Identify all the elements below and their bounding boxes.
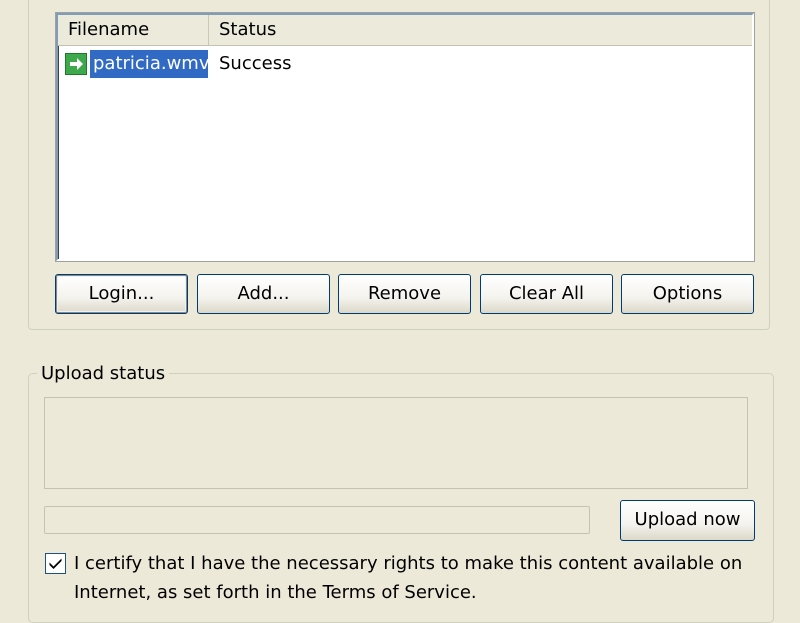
upload-status-text-area [44, 397, 748, 489]
row-filename[interactable]: patricia.wmv [90, 50, 209, 78]
add-button[interactable]: Add... [197, 274, 330, 314]
green-arrow-right-icon [65, 53, 87, 75]
column-header-status[interactable]: Status [209, 15, 752, 45]
file-list-row[interactable]: patricia.wmv Success [58, 50, 291, 78]
login-button[interactable]: Login... [55, 274, 188, 314]
upload-now-button[interactable]: Upload now [620, 500, 755, 541]
certify-label[interactable]: I certify that I have the necessary righ… [74, 549, 764, 607]
certify-checkbox[interactable] [45, 553, 66, 574]
checkmark-icon [49, 558, 62, 569]
file-list[interactable]: Filename Status patricia.wmv Success [56, 13, 754, 261]
row-status: Success [219, 53, 292, 74]
options-button[interactable]: Options [621, 274, 754, 314]
file-list-header: Filename Status [58, 15, 752, 46]
clear-all-button[interactable]: Clear All [480, 274, 613, 314]
upload-status-legend: Upload status [37, 361, 170, 387]
upload-progress-bar [44, 506, 590, 534]
column-header-filename[interactable]: Filename [58, 15, 209, 45]
remove-button[interactable]: Remove [338, 274, 471, 314]
